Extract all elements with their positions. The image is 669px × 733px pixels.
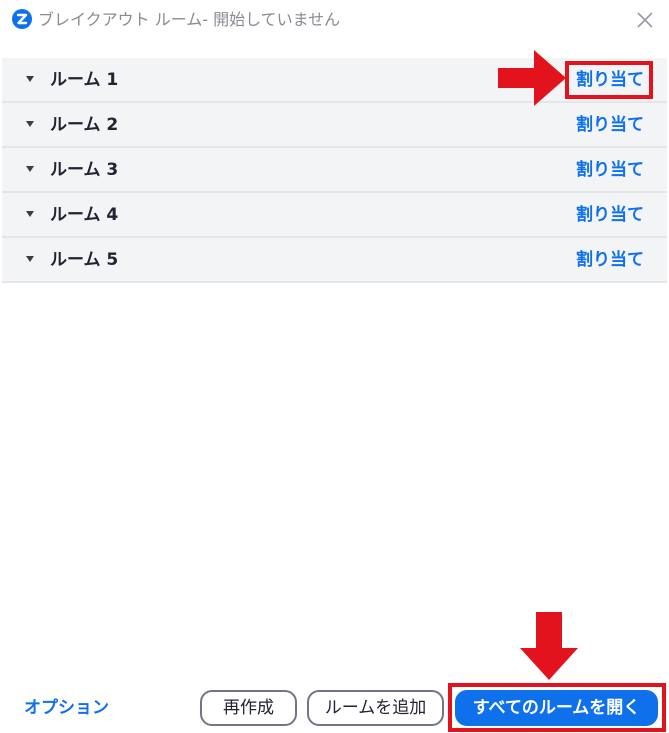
assign-link[interactable]: 割り当て xyxy=(576,249,644,271)
recreate-button[interactable]: 再作成 xyxy=(200,690,297,726)
add-room-button[interactable]: ルームを追加 xyxy=(307,690,444,726)
room-name: ルーム 4 xyxy=(50,205,119,225)
assign-link[interactable]: 割り当て xyxy=(576,204,644,226)
caret-down-icon[interactable] xyxy=(24,75,36,83)
close-icon[interactable] xyxy=(633,8,657,32)
caret-down-icon[interactable] xyxy=(24,210,36,218)
room-name: ルーム 2 xyxy=(50,115,119,135)
zoom-logo-icon xyxy=(12,9,32,29)
window-title: ブレイクアウト ルーム- 開始していません xyxy=(38,10,341,29)
room-row[interactable]: ルーム 5 割り当て xyxy=(2,238,667,283)
room-name: ルーム 3 xyxy=(50,160,119,180)
annotation-arrow-down-icon xyxy=(520,612,578,680)
title-bar: ブレイクアウト ルーム- 開始していません xyxy=(0,0,669,40)
room-name: ルーム 1 xyxy=(50,70,119,90)
assign-link[interactable]: 割り当て xyxy=(576,114,644,136)
annotation-highlight-assign xyxy=(565,61,653,99)
room-row[interactable]: ルーム 2 割り当て xyxy=(2,103,667,148)
options-link[interactable]: オプション xyxy=(24,697,109,719)
room-name: ルーム 5 xyxy=(50,250,119,270)
room-row[interactable]: ルーム 3 割り当て xyxy=(2,148,667,193)
caret-down-icon[interactable] xyxy=(24,165,36,173)
open-all-rooms-button[interactable]: すべてのルームを開く xyxy=(455,690,658,726)
caret-down-icon[interactable] xyxy=(24,255,36,263)
annotation-arrow-right-icon xyxy=(498,50,566,106)
caret-down-icon[interactable] xyxy=(24,120,36,128)
assign-link[interactable]: 割り当て xyxy=(576,159,644,181)
room-row[interactable]: ルーム 4 割り当て xyxy=(2,193,667,238)
